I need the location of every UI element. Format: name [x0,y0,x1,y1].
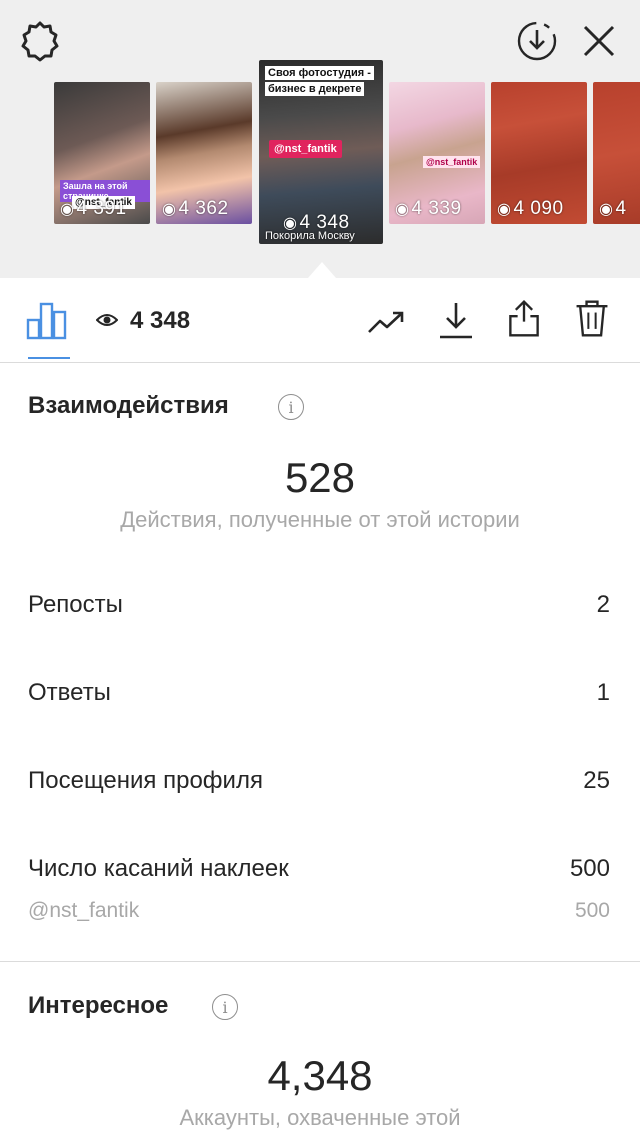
eye-icon: ◉ [162,201,177,218]
story-views: ◉ 4 [599,198,627,219]
story-views: ◉ 4 362 [162,198,229,219]
eye-icon: ◉ [395,201,410,218]
story-thumbnail[interactable]: ◉ 4 362 [156,82,252,224]
info-icon[interactable]: i [278,394,304,420]
story-views: ◉ 4 090 [497,198,564,219]
story-thumbnails: Зашла на этой страничке @nst_fantik ◉4 3… [0,60,640,250]
story-title-line1: Своя фотостудия - [265,66,374,80]
discovery-total: 4,348 [267,1052,373,1099]
trend-icon[interactable] [366,302,406,342]
replies-label: Ответы [28,679,111,706]
bar-chart-icon[interactable] [26,300,68,340]
eye-icon: ◉ [599,201,614,218]
download-circle-icon[interactable] [516,20,558,62]
discovery-caption: Аккаунты, охваченные этой [179,1105,461,1130]
close-icon[interactable] [580,22,618,60]
reposts-value: 2 [596,591,610,618]
story-thumbnail[interactable]: ◉ 4 090 [491,82,587,224]
active-tab-indicator [28,357,70,359]
sticker-taps-value: 500 [569,855,610,882]
profile-visits-label: Посещения профиля [28,767,263,794]
story-mention: @nst_fantik [423,156,481,168]
profile-visits-value: 25 [583,767,610,794]
story-views: ◉ 4 339 [395,198,462,219]
selected-story-pointer [308,262,336,278]
eye-icon: ◉ [497,201,512,218]
section-divider [0,961,640,962]
trash-icon[interactable] [572,298,612,338]
story-mention: @nst_fantik [269,140,342,158]
eye-icon: ◉ [60,201,75,218]
view-count: 4 348 [130,307,191,334]
eye-icon [96,314,118,326]
reposts-label: Репосты [28,591,123,618]
story-title-line2: бизнес в декрете [265,82,365,96]
share-icon[interactable] [504,298,544,338]
info-icon[interactable]: i [212,994,238,1020]
sticker-mention-label: @nst_fantik [28,899,140,922]
gear-icon[interactable] [18,20,62,64]
interactions-caption: Действия, полученные от этой истории [120,507,520,532]
discovery-title: Интересное [28,992,169,1019]
interactions-total: 528 [284,454,356,501]
story-views: ◉ 4 348 [283,212,350,233]
story-views: ◉ 4 391 [60,198,127,219]
story-thumbnail[interactable]: ◉ 4 [593,82,640,224]
story-thumbnail[interactable]: Зашла на этой страничке @nst_fantik ◉4 3… [54,82,150,224]
story-thumbnail[interactable]: @nst_fantik ◉ 4 339 [389,82,485,224]
eye-icon: ◉ [283,215,298,232]
story-thumbnail-selected[interactable]: Своя фотостудия - бизнес в декрете @nst_… [259,60,383,244]
replies-value: 1 [596,679,610,706]
interactions-title: Взаимодействия [28,392,229,419]
sticker-taps-label: Число касаний наклеек [28,855,289,882]
download-icon[interactable] [436,300,476,340]
sticker-mention-value: 500 [574,899,610,922]
